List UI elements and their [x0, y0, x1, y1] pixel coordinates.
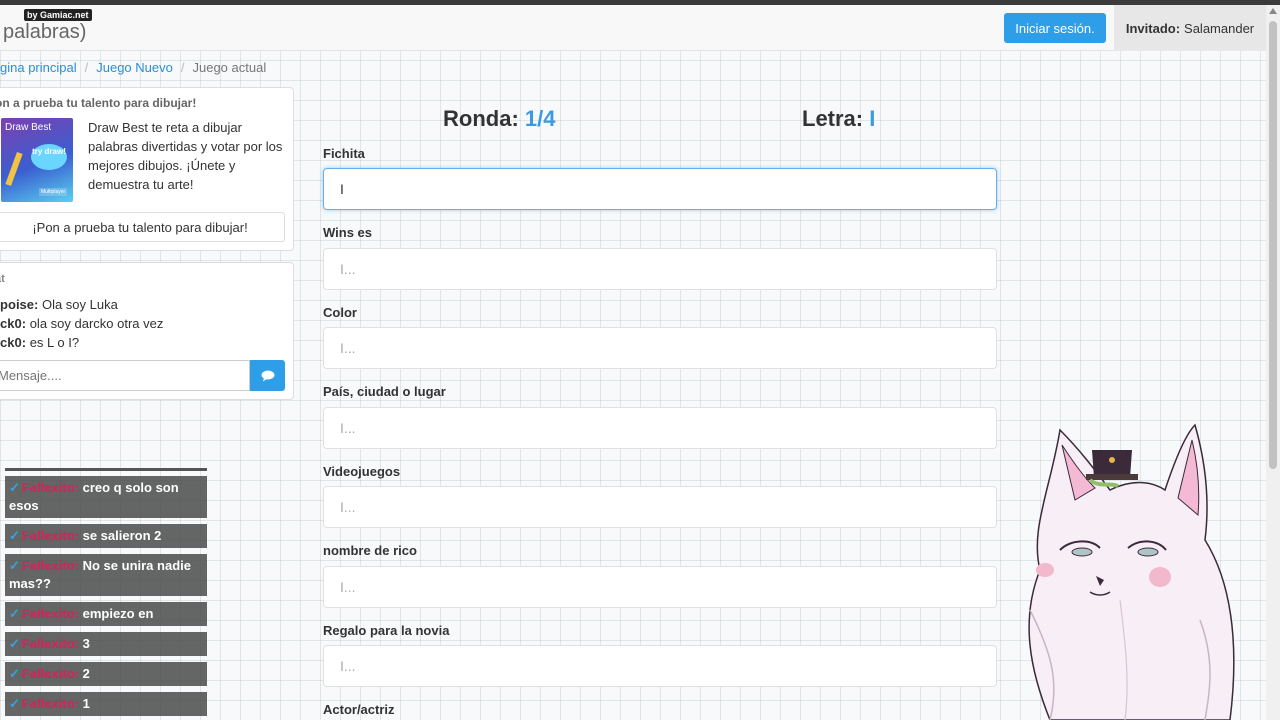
check-icon: ✓	[9, 558, 20, 573]
chat-text: ola soy darcko otra vez	[29, 316, 164, 331]
promo-image-footer: Multiplayer	[39, 188, 68, 196]
promo-text: Draw Best te reta a dibujar palabras div…	[88, 120, 283, 192]
chat-messages: rpoise: Ola soy Luka rck0: ola soy darck…	[0, 295, 163, 352]
chat-title: at	[0, 273, 5, 285]
stream-chat-message: ✓ Fallexito: creo q solo son esos	[5, 476, 207, 518]
stream-chat-user: Fallexito:	[21, 558, 79, 573]
check-icon: ✓	[9, 636, 20, 651]
check-icon: ✓	[9, 528, 20, 543]
stream-chat-message: ✓ Fallexito: 1	[5, 692, 207, 716]
field-label: nombre de rico	[323, 543, 417, 558]
stream-chat-text: empiezo en	[82, 606, 154, 621]
promo-panel: on a prueba tu talento para dibujar! Dra…	[0, 87, 294, 251]
field-label: Videojuegos	[323, 464, 401, 479]
round-value: 1/4	[524, 106, 556, 131]
breadcrumb-separator: /	[84, 60, 89, 75]
stream-chat-message: ✓ Fallexito: 2	[5, 662, 207, 686]
check-icon: ✓	[9, 666, 20, 681]
field-label: Wins es	[323, 225, 373, 240]
login-button[interactable]: Iniciar sesión.	[1004, 13, 1106, 43]
stream-chat-user: Fallexito:	[21, 666, 79, 681]
stream-chat-message: ✓ Fallexito: se salieron 2	[5, 524, 207, 548]
chat-send-button[interactable]	[250, 360, 285, 391]
answer-input[interactable]	[323, 645, 997, 687]
round-indicator: Ronda: 1/4	[443, 106, 555, 132]
stream-chat-user: Fallexito:	[21, 636, 79, 651]
breadcrumb-current: Juego actual	[192, 60, 267, 75]
stream-chat-top-bar	[5, 468, 207, 471]
chat-user: rck0:	[0, 316, 27, 331]
stream-chat-text: 2	[82, 666, 90, 681]
field-label: Fichita	[323, 146, 365, 161]
field-label: Color	[323, 305, 357, 320]
chat-panel: at rpoise: Ola soy Luka rck0: ola soy da…	[0, 262, 294, 400]
stream-chat-user: Fallexito:	[21, 606, 79, 621]
stream-chat-message: ✓ Fallexito: No se unira nadie mas??	[5, 554, 207, 596]
answer-input[interactable]	[323, 486, 997, 528]
draw-best-image[interactable]: Draw Best try draw! Multiplayer	[1, 118, 73, 202]
guest-user[interactable]: Invitado: Salamander	[1114, 5, 1266, 51]
check-icon: ✓	[9, 606, 20, 621]
breadcrumb-new-game[interactable]: Juego Nuevo	[96, 60, 173, 75]
stream-chat-message: ✓ Fallexito: empiezo en	[5, 602, 207, 626]
chat-user: rpoise:	[0, 297, 39, 312]
chat-text: Ola soy Luka	[41, 297, 118, 312]
promo-image-title: Draw Best	[5, 122, 52, 133]
letter-value: I	[869, 106, 876, 131]
chat-bubble-icon	[261, 370, 274, 381]
stream-chat-user: Fallexito:	[21, 528, 79, 543]
site-brand[interactable]: palabras)	[3, 21, 86, 44]
breadcrumb-home[interactable]: gina principal	[0, 60, 77, 75]
scroll-up-icon[interactable]	[1269, 8, 1277, 14]
chat-message: rck0: es L o I?	[0, 333, 163, 352]
stream-chat-user: Fallexito:	[21, 696, 79, 711]
field-label: Actor/actriz	[323, 702, 395, 717]
stream-chat-message: ✓ Fallexito: 3	[5, 632, 207, 656]
letter-label: Letra:	[802, 106, 864, 131]
breadcrumb-separator: /	[180, 60, 185, 75]
field-label: Regalo para la novia	[323, 623, 450, 638]
cat-avatar-icon	[1028, 423, 1235, 720]
stream-chat-text: se salieron 2	[82, 528, 162, 543]
promo-title: on a prueba tu talento para dibujar!	[0, 96, 197, 110]
navbar: palabras) by Gamiac.net Iniciar sesión. …	[0, 5, 1266, 51]
breadcrumb: gina principal / Juego Nuevo / Juego act…	[0, 60, 266, 75]
check-icon: ✓	[9, 480, 20, 495]
promo-image-bubble: try draw!	[31, 144, 67, 170]
chat-user: rck0:	[0, 335, 27, 350]
stream-chat-text: 3	[82, 636, 90, 651]
letter-indicator: Letra: I	[802, 106, 875, 132]
answer-input[interactable]	[323, 327, 997, 369]
answer-input[interactable]	[323, 248, 997, 290]
guest-prefix: Invitado:	[1125, 20, 1181, 36]
field-label: País, ciudad o lugar	[323, 384, 446, 399]
answer-input[interactable]	[323, 566, 997, 608]
pencil-icon	[5, 151, 23, 187]
answer-input[interactable]	[323, 407, 997, 449]
chat-message: rpoise: Ola soy Luka	[0, 295, 163, 314]
brand-badge: by Gamiac.net	[24, 9, 92, 21]
round-label: Ronda:	[443, 106, 519, 131]
chat-text: es L o I?	[29, 335, 80, 350]
stream-chat-user: Fallexito:	[21, 480, 79, 495]
chat-message: rck0: ola soy darcko otra vez	[0, 314, 163, 333]
scroll-thumb[interactable]	[1269, 21, 1277, 469]
streamer-avatar	[1000, 420, 1262, 720]
guest-name: Salamander	[1184, 20, 1255, 36]
check-icon: ✓	[9, 696, 20, 711]
answer-input[interactable]	[323, 168, 997, 210]
stream-chat-text: 1	[82, 696, 90, 711]
chat-message-input[interactable]	[0, 360, 250, 391]
promo-button[interactable]: ¡Pon a prueba tu talento para dibujar!	[0, 212, 285, 242]
page-scrollbar[interactable]	[1266, 5, 1280, 720]
